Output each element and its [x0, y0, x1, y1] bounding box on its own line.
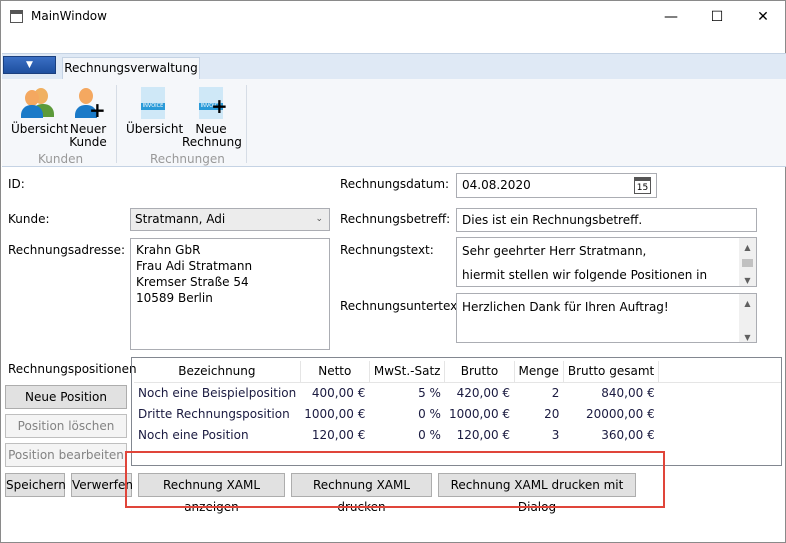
adresse-textbox[interactable]: Krahn GbR Frau Adi Stratmann Kremser Straß…	[130, 238, 330, 350]
adresse-label: Rechnungsadresse:	[8, 243, 126, 257]
kunde-label: Kunde:	[8, 212, 50, 226]
column-header[interactable]: Menge	[514, 361, 564, 383]
vertical-scrollbar[interactable]: ▲ ▼	[739, 238, 756, 286]
button-label: Neue Rechnung	[182, 122, 242, 149]
datum-label: Rechnungsdatum:	[340, 177, 450, 191]
button-label: Übersicht	[126, 122, 184, 136]
maximize-button[interactable]: ☐	[694, 1, 740, 33]
highlight-rectangle	[125, 451, 665, 508]
close-button[interactable]: ✕	[740, 1, 786, 33]
button-label: Neuer Kunde	[69, 122, 107, 149]
vertical-scrollbar[interactable]: ▲ ▼	[739, 294, 756, 342]
datum-picker[interactable]: 04.08.2020 15	[456, 173, 657, 198]
kunde-combobox[interactable]: Stratmann, Adi ⌄	[130, 208, 330, 231]
column-header[interactable]: Brutto gesamt	[563, 361, 660, 383]
ribbon: Übersicht + Neuer Kunde Kunden INVOICE Ü…	[2, 79, 786, 167]
betreff-label: Rechnungsbetreff:	[340, 212, 451, 226]
kunde-value: Stratmann, Adi	[135, 212, 226, 226]
group-label-rechnungen: Rechnungen	[150, 152, 225, 166]
group-label-kunden: Kunden	[38, 152, 84, 166]
group-separator	[116, 85, 117, 163]
untertext-textbox[interactable]: Herzlichen Dank für Ihren Auftrag! ▲ ▼	[456, 293, 757, 343]
position-bearbeiten-button[interactable]: Position bearbeiten	[5, 443, 127, 467]
neue-position-button[interactable]: Neue Position	[5, 385, 127, 409]
positionen-label: Rechnungspositionen	[8, 362, 137, 376]
column-header[interactable]: MwSt.-Satz	[369, 361, 446, 383]
chevron-down-icon: ⌄	[315, 214, 323, 224]
rechnungen-uebersicht-button[interactable]: INVOICE Übersicht	[126, 87, 184, 136]
header-row: Bezeichnung Netto MwSt.-Satz Brutto Meng…	[134, 361, 781, 383]
calendar-icon[interactable]: 15	[634, 177, 651, 194]
column-header[interactable]: Bezeichnung	[134, 361, 301, 383]
datum-value: 04.08.2020	[462, 178, 531, 192]
new-invoice-icon: INVOICE +	[199, 87, 228, 119]
neue-rechnung-button[interactable]: INVOICE + Neue Rechnung	[182, 87, 242, 149]
table-row[interactable]: Noch eine Beispielposition 400,00 €5 % 420…	[134, 382, 781, 403]
tab-rechnungsverwaltung[interactable]: Rechnungsverwaltung	[62, 57, 200, 80]
text-label: Rechnungstext:	[340, 243, 434, 257]
column-filler	[658, 361, 781, 383]
scroll-up-icon: ▲	[744, 299, 751, 308]
add-user-icon: +	[73, 87, 106, 120]
group-separator	[246, 85, 247, 163]
positions-listview[interactable]: Bezeichnung Netto MwSt.-Satz Brutto Meng…	[131, 357, 782, 466]
table-row[interactable]: Noch eine Position 120,00 €0 % 120,00 €3 36…	[134, 424, 781, 445]
scroll-down-icon: ▼	[744, 276, 751, 285]
window-title: MainWindow	[31, 9, 107, 23]
main-window: MainWindow — ☐ ✕ ▼ Rechnungsverwaltung Ü…	[0, 0, 786, 543]
scroll-up-icon: ▲	[744, 243, 751, 252]
button-label: Übersicht	[11, 122, 69, 136]
caret-down-icon: ▼	[26, 60, 33, 70]
speichern-button[interactable]: Speichern	[5, 473, 66, 497]
invoice-icon: INVOICE	[141, 87, 165, 119]
window-icon	[10, 10, 23, 23]
scroll-down-icon: ▼	[744, 333, 751, 342]
app-menu-button[interactable]: ▼	[3, 56, 56, 74]
verwerfen-button[interactable]: Verwerfen	[71, 473, 133, 497]
users-icon	[20, 87, 56, 119]
betreff-textbox[interactable]: Dies ist ein Rechnungsbetreff.	[456, 208, 757, 232]
positions-table: Bezeichnung Netto MwSt.-Satz Brutto Meng…	[134, 361, 781, 445]
minimize-button[interactable]: —	[648, 1, 694, 33]
column-header[interactable]: Brutto	[444, 361, 515, 383]
neuer-kunde-button[interactable]: + Neuer Kunde	[68, 87, 108, 149]
kunden-uebersicht-button[interactable]: Übersicht	[11, 87, 69, 136]
column-header[interactable]: Netto	[300, 361, 370, 383]
rechnungstext-textbox[interactable]: Sehr geehrter Herr Stratmann, hiermit ste…	[456, 237, 757, 287]
position-loeschen-button[interactable]: Position löschen	[5, 414, 127, 438]
id-label: ID:	[8, 177, 25, 191]
untertext-label: Rechnungsuntertext:	[340, 299, 467, 313]
table-row[interactable]: Dritte Rechnungsposition 1000,00 €0 % 1000…	[134, 403, 781, 424]
